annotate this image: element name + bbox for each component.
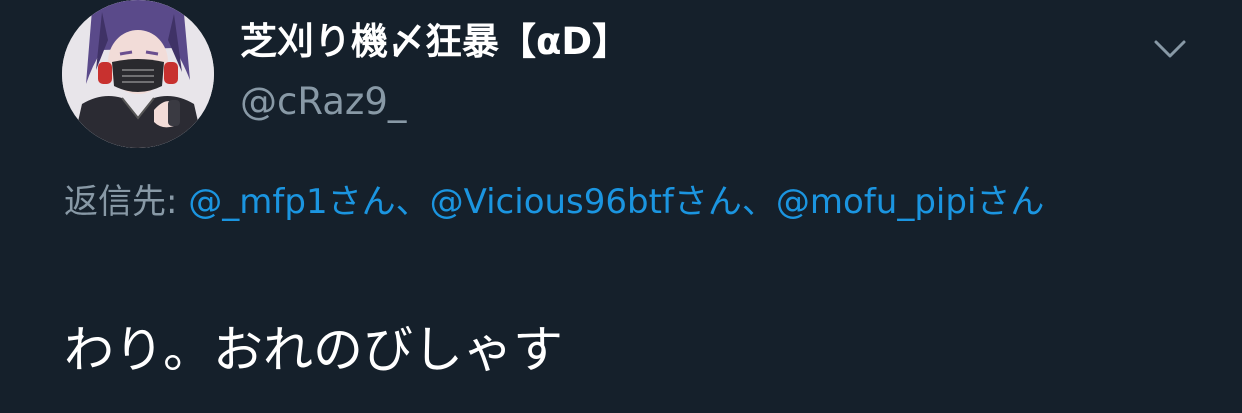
tweet-card: 芝刈り機〆狂暴【αD】 @cRaz9_ 返信先: @_mfp1さん、@Vicio… (0, 0, 1242, 413)
mention-link[interactable]: @_mfp1さん (188, 182, 395, 222)
mention-link[interactable]: @mofu_pipiさん (776, 182, 1045, 222)
mention-separator: 、 (395, 182, 430, 222)
reply-prefix: 返信先: (64, 182, 178, 222)
mention-separator: 、 (741, 182, 776, 222)
tweet-text: わり。おれのびしゃす (64, 321, 563, 379)
author-handle[interactable]: @cRaz9_ (240, 80, 406, 124)
avatar-illustration (62, 0, 214, 148)
author-display-name[interactable]: 芝刈り機〆狂暴【αD】 (240, 20, 629, 64)
avatar[interactable] (62, 0, 214, 148)
mention-link[interactable]: @Vicious96btfさん (430, 182, 742, 222)
reply-context: 返信先: @_mfp1さん、@Vicious96btfさん、@mofu_pipi… (64, 174, 1194, 230)
chevron-down-icon[interactable] (1150, 28, 1190, 68)
